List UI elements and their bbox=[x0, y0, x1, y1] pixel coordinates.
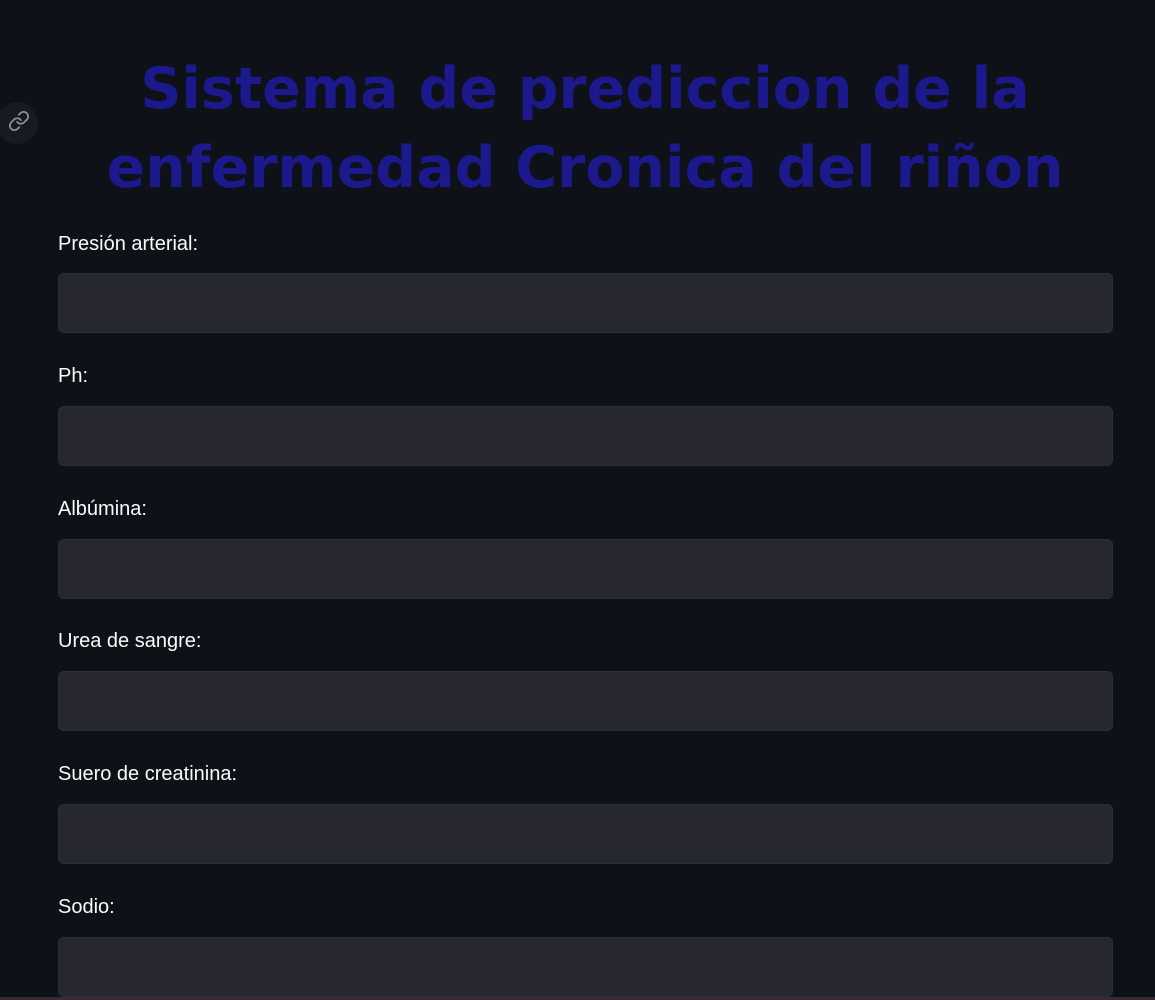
urea-de-sangre-input[interactable] bbox=[58, 671, 1113, 731]
page-title: Sistema de prediccion de la enfermedad C… bbox=[106, 56, 1064, 201]
suero-de-creatinina-input[interactable] bbox=[58, 804, 1113, 864]
albumina-input[interactable] bbox=[58, 539, 1113, 599]
field-label-albumina: Albúmina: bbox=[58, 498, 147, 520]
field-label-urea-de-sangre: Urea de sangre: bbox=[58, 630, 202, 652]
ph-input[interactable] bbox=[58, 406, 1113, 466]
field-label-ph: Ph: bbox=[58, 365, 89, 387]
field-label-sodio: Sodio: bbox=[58, 896, 115, 918]
presion-arterial-input[interactable] bbox=[58, 273, 1113, 333]
field-label-presion-arterial: Presión arterial: bbox=[58, 233, 199, 255]
app-page: Sistema de prediccion de la enfermedad C… bbox=[0, 0, 1155, 1000]
sodio-input[interactable] bbox=[58, 937, 1113, 997]
field-label-suero-de-creatinina: Suero de creatinina: bbox=[58, 763, 238, 785]
